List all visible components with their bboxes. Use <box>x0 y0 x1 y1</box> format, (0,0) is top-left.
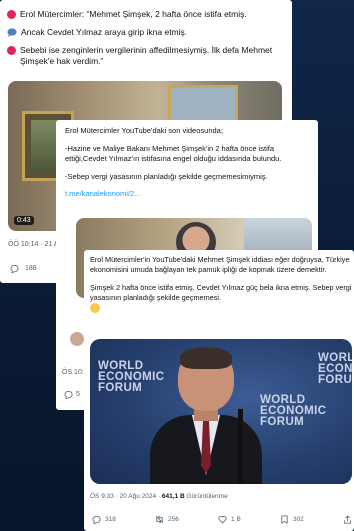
avatar[interactable] <box>70 332 84 346</box>
wef-backdrop-text: WORLD ECONOMIC FORUM <box>260 394 327 428</box>
repost-icon <box>156 515 163 524</box>
tweet-3-text: Erol Mütercimler'in YouTube'daki Mehmet … <box>90 255 352 321</box>
reply-icon[interactable] <box>64 390 73 399</box>
tweet-2-paragraph-3: -Sebep vergi yasasının planladığı şekild… <box>65 171 268 181</box>
tweet-3-photo[interactable]: WORLD ECONOMIC FORUM WORLD ECONOMIC FORU… <box>90 339 352 484</box>
reply-icon <box>92 515 101 524</box>
red-circle-icon <box>7 10 16 19</box>
like-count: 1 B <box>231 516 241 523</box>
tweet-3-paragraph-1: Erol Mütercimler'in YouTube'daki Mehmet … <box>90 255 350 274</box>
tweet-card-3[interactable]: Erol Mütercimler'in YouTube'daki Mehmet … <box>84 250 354 531</box>
bookmark-icon <box>281 515 288 524</box>
bookmark-count: 302 <box>292 516 304 523</box>
tweet-1-timestamp: ÖÖ 10:14 · 21 A <box>8 241 59 248</box>
tweet-2-paragraph-1: Erol Mütercimler YouTube'daki son videos… <box>65 126 223 135</box>
reply-button[interactable]: 318 <box>92 515 116 524</box>
share-icon[interactable] <box>343 515 352 524</box>
tweet-2-timestamp: ÖS 10: <box>62 369 84 376</box>
reply-icon[interactable] <box>10 264 19 273</box>
tweet-2-text: Erol Mütercimler YouTube'daki son videos… <box>65 126 313 207</box>
bookmark-button[interactable]: 302 <box>280 515 304 524</box>
tweet-1-line-3: Sebebi ise zenginlerin vergilerinin affe… <box>20 45 273 66</box>
tweet-2-actions: 5 <box>64 390 80 399</box>
tweet-1-line-2: Ancak Cevdet Yılmaz araya girip ikna etm… <box>21 27 188 37</box>
reply-count: 188 <box>25 265 37 272</box>
speech-bubble-icon <box>7 28 17 37</box>
wef-backdrop-text: WORLD ECONOMIC FORUM <box>98 360 165 394</box>
repost-count: 256 <box>168 516 179 523</box>
tweet-3-paragraph-2: Şimşek 2 hafta önce istifa etmiş. Cevdet… <box>90 283 352 302</box>
reply-count: 318 <box>105 516 116 523</box>
tweet-1-actions: 188 <box>10 264 37 273</box>
tweet-2-paragraph-2: -Hazine ve Maliye Bakanı Mehmet Şimşek'i… <box>65 143 282 164</box>
speaker-photo <box>150 347 262 484</box>
video-duration: 0:43 <box>14 216 34 225</box>
tweet-3-actions: 318 256 1 B 302 <box>92 515 352 524</box>
face-emoji-icon <box>90 303 100 314</box>
reply-count: 5 <box>76 391 80 398</box>
repost-button[interactable]: 256 <box>155 515 179 524</box>
like-button[interactable]: 1 B <box>218 515 241 524</box>
wef-backdrop-text: WORLD ECONOMIC FORUM <box>318 352 352 386</box>
tweet-3-timestamp: ÖS 9:33 · 20 Ağu 2024 · 641,1 B Görüntül… <box>90 493 228 500</box>
microphone <box>238 409 243 484</box>
red-circle-icon <box>7 46 16 55</box>
view-count: 641,1 B <box>161 493 185 500</box>
tweet-1-line-1: Erol Mütercimler: “Mehmet Şimşek, 2 haft… <box>20 9 247 19</box>
tweet-1-text: Erol Mütercimler: “Mehmet Şimşek, 2 haft… <box>7 9 287 74</box>
heart-icon <box>218 515 227 524</box>
telegram-link[interactable]: t.me/kanalekonomi/2... <box>65 189 313 200</box>
